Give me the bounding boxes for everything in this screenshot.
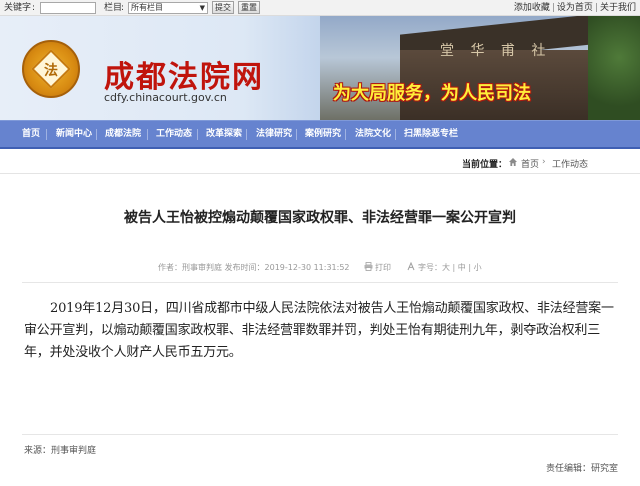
- column-label: 栏目: [104, 3, 123, 13]
- divider: [22, 434, 618, 435]
- top-links: 添加收藏 | 设为首页 | 关于我们: [513, 3, 636, 13]
- article-title: 被告人王怡被控煽动颠覆国家政权罪、非法经营罪一案公开宣判: [124, 210, 516, 226]
- add-favorite-link[interactable]: 添加收藏: [514, 3, 550, 13]
- nav-item-legal-research[interactable]: 法律研究: [256, 121, 292, 148]
- font-size-small[interactable]: 小: [474, 263, 482, 272]
- about-us-link[interactable]: 关于我们: [600, 3, 636, 13]
- main-nav: 首页 新闻中心 成都法院 工作动态 改革探索 法律研究 案例研究 法院文化 扫黑…: [0, 120, 640, 149]
- article-source: 来源：刑事审判庭: [24, 446, 97, 456]
- breadcrumb-home-link[interactable]: 首页: [521, 157, 539, 170]
- court-emblem-logo[interactable]: 法: [22, 40, 80, 98]
- nav-item-court-culture[interactable]: 法院文化: [355, 121, 391, 148]
- reset-button[interactable]: 重置: [238, 1, 260, 14]
- font-size-label: 字号：: [418, 263, 442, 272]
- court-emblem-mark: 法: [44, 63, 58, 79]
- printer-icon: [364, 262, 373, 271]
- chevron-down-icon: ▼: [199, 4, 205, 12]
- nav-item-home[interactable]: 首页: [22, 121, 40, 148]
- set-homepage-link[interactable]: 设为首页: [557, 3, 593, 13]
- banner-plaque-text: 堂 华 甫 社: [440, 43, 552, 59]
- nav-item-news[interactable]: 新闻中心: [56, 121, 92, 148]
- keyword-input[interactable]: [40, 2, 96, 14]
- nav-item-reform[interactable]: 改革探索: [206, 121, 242, 148]
- breadcrumb-current-link[interactable]: 工作动态: [552, 157, 588, 170]
- site-name[interactable]: 成都法院网: [104, 52, 264, 96]
- divider: [22, 282, 618, 283]
- home-icon: [509, 158, 517, 166]
- banner-tree: [588, 16, 640, 120]
- nav-item-chengdu-court[interactable]: 成都法院: [105, 121, 141, 148]
- font-size-control: 字号：大 | 中 | 小: [418, 263, 482, 272]
- column-select-value: 所有栏目: [131, 3, 163, 12]
- article-editor: 责任编辑：研究室: [545, 464, 618, 474]
- print-link[interactable]: 打印: [375, 262, 391, 273]
- article-meta: 作者：刑事审判庭 发布时间：2019-12-30 11:31:52 打印 字号：…: [0, 261, 640, 275]
- site-domain: cdfy.chinacourt.gov.cn: [104, 91, 227, 104]
- column-select[interactable]: 所有栏目 ▼: [128, 2, 208, 14]
- top-search-bar: 关键字: 栏目: 所有栏目 ▼ 提交 重置 添加收藏 | 设为首页 | 关于我们: [0, 0, 640, 16]
- breadcrumb-arrow-icon: ›: [542, 157, 546, 167]
- banner-slogan: 为大局服务，为人民司法: [333, 83, 531, 104]
- site-banner: 堂 华 甫 社 法 成都法院网 cdfy.chinacourt.gov.cn 为…: [0, 16, 640, 120]
- nav-item-work-news[interactable]: 工作动态: [156, 121, 192, 148]
- submit-button[interactable]: 提交: [212, 1, 234, 14]
- font-size-large[interactable]: 大: [442, 263, 450, 272]
- nav-item-anti-crime[interactable]: 扫黑除恶专栏: [404, 121, 458, 148]
- breadcrumb: 当前位置： 首页 › 工作动态: [0, 150, 640, 174]
- breadcrumb-label: 当前位置：: [462, 160, 508, 170]
- font-size-medium[interactable]: 中: [458, 263, 466, 272]
- nav-item-case-research[interactable]: 案例研究: [305, 121, 341, 148]
- keyword-label: 关键字: [4, 3, 32, 13]
- article-body: 2019年12月30日，四川省成都市中级人民法院依法对被告人王怡煽动颠覆国家政权…: [24, 301, 614, 360]
- article-author-date: 作者：刑事审判庭 发布时间：2019-12-30 11:31:52: [158, 263, 350, 272]
- font-size-icon: [407, 262, 415, 271]
